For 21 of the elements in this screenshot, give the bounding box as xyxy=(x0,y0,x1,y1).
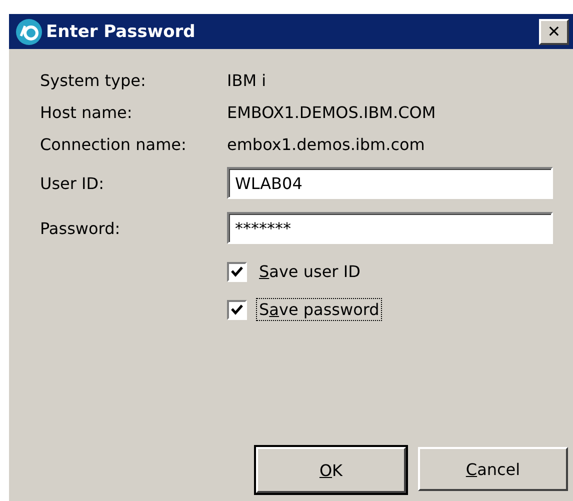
cancel-button[interactable]: Cancel xyxy=(418,447,568,491)
info-label: Host name: xyxy=(40,103,134,122)
field-label: Password: xyxy=(40,218,122,238)
field-label: User ID: xyxy=(40,174,105,192)
info-value: EMBOX1.DEMOS.IBM.COM xyxy=(227,103,437,122)
checkbox[interactable] xyxy=(227,262,247,282)
info-value: IBM i xyxy=(227,71,268,90)
check-icon xyxy=(231,304,243,315)
checkbox-label[interactable]: Save user ID xyxy=(257,261,362,282)
info-value: embox1.demos.ibm.com xyxy=(227,135,426,154)
check-icon xyxy=(231,266,243,277)
info-label: Connection name: xyxy=(40,135,188,154)
input-field[interactable]: ******* xyxy=(227,212,553,244)
checkbox[interactable] xyxy=(227,300,247,320)
ok-button[interactable]: OK xyxy=(256,447,406,493)
input-field[interactable]: WLAB04 xyxy=(227,167,553,199)
close-button[interactable]: ✕ xyxy=(539,18,569,44)
window-title: Enter Password xyxy=(46,22,196,42)
logo-icon xyxy=(15,18,43,46)
info-label: System type: xyxy=(40,71,147,90)
checkbox-label[interactable]: Save password xyxy=(257,299,382,320)
